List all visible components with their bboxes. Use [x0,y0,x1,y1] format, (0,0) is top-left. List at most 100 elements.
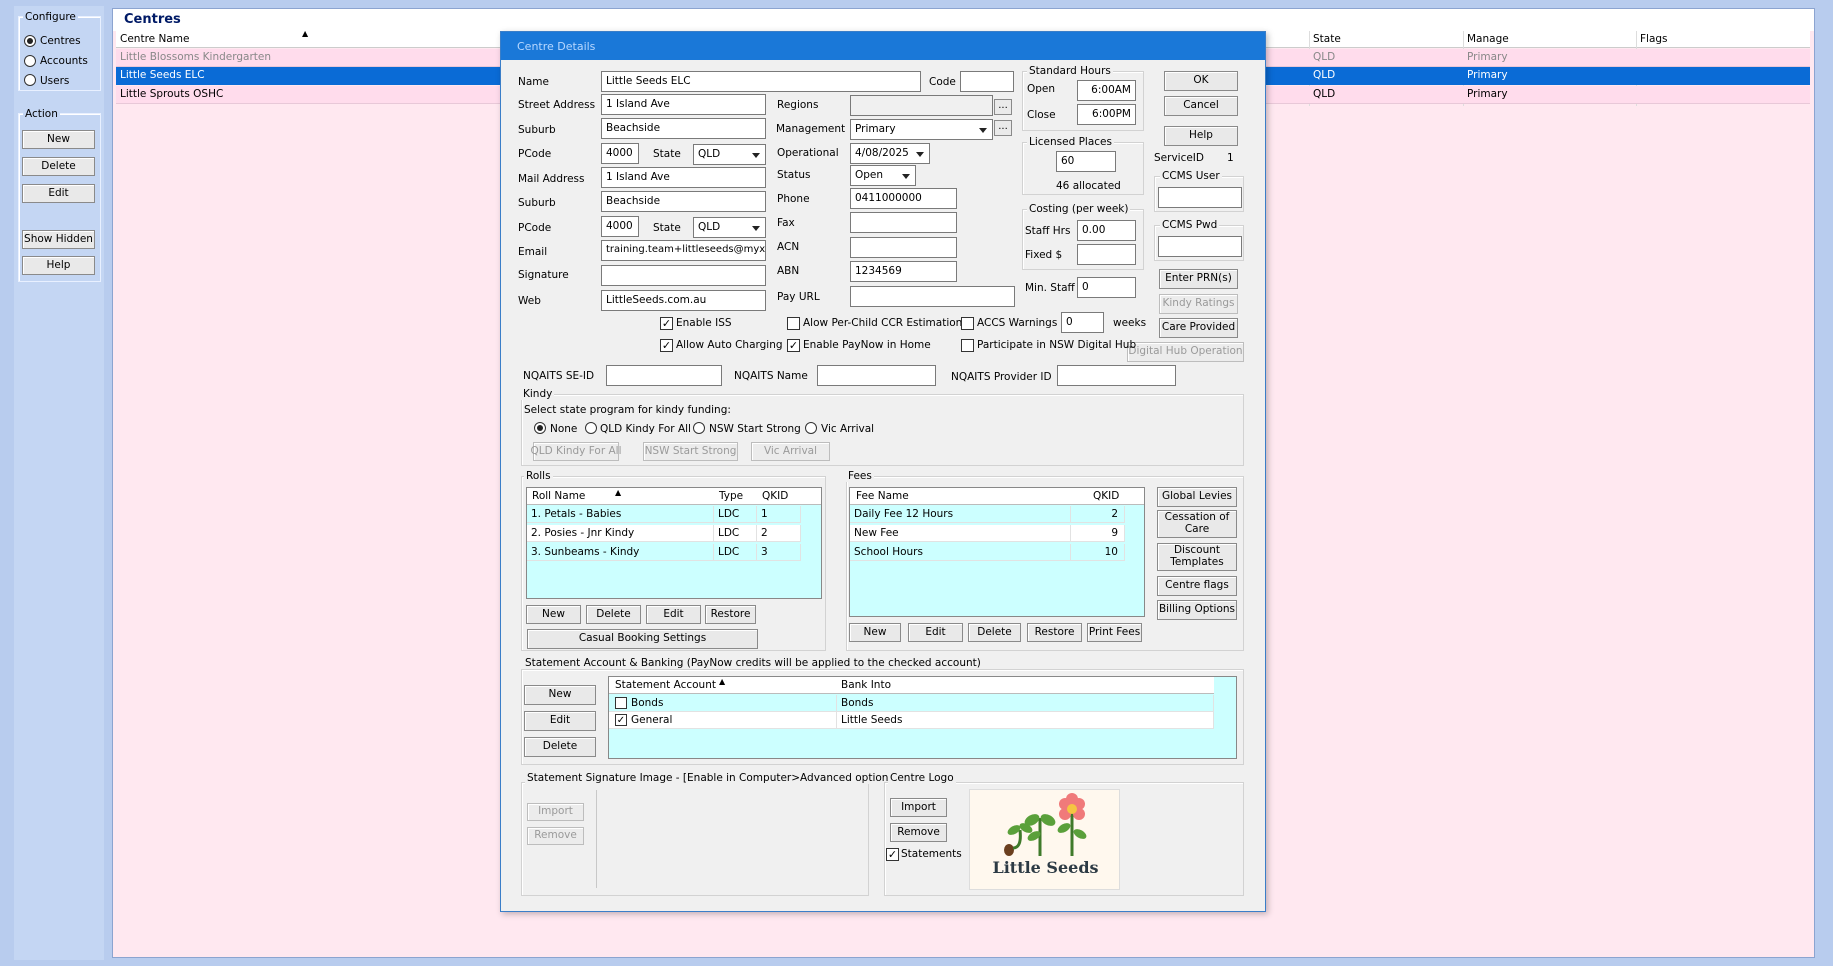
email-field[interactable]: training.team+littleseeds@myxp [601,240,766,261]
mail-field[interactable]: 1 Island Ave [601,167,766,188]
radio-accounts-label[interactable]: Accounts [40,55,88,67]
paynow-home-checkbox[interactable]: ✓ [787,339,800,352]
name-field[interactable]: Little Seeds ELC [601,71,921,92]
status-select[interactable]: Open [850,165,916,186]
nqaits-name-field[interactable] [817,365,936,386]
signature-import-button[interactable]: Import [527,803,584,821]
fee-qkid-cell[interactable]: 9 [1071,525,1125,542]
kindy-nsw-radio[interactable] [693,422,705,434]
qld-kindy-button[interactable]: QLD Kindy For All [531,442,622,461]
dialog-help-button[interactable]: Help [1164,126,1238,146]
web-field[interactable]: LittleSeeds.com.au [601,290,766,311]
column-qkid[interactable]: QKID [762,490,788,502]
per-child-ccr-checkbox[interactable] [787,317,800,330]
licensed-places-field[interactable]: 60 [1056,151,1116,172]
column-fee-name[interactable]: Fee Name [856,490,909,502]
roll-qkid-cell[interactable]: 3 [757,544,801,561]
roll-edit-button[interactable]: Edit [646,605,701,624]
delete-centre-button[interactable]: Delete [22,157,95,176]
regions-browse-button[interactable]: ... [994,99,1012,115]
column-flags[interactable]: Flags [1640,33,1668,45]
vic-arrival-button[interactable]: Vic Arrival [751,442,830,461]
signature-remove-button[interactable]: Remove [527,827,584,845]
suburb-field[interactable]: Beachside [601,118,766,139]
accs-weeks-field[interactable]: 0 [1061,312,1104,333]
nsw-start-strong-button[interactable]: NSW Start Strong [643,442,738,461]
roll-type-cell[interactable]: LDC [714,525,757,542]
roll-delete-button[interactable]: Delete [586,605,641,624]
global-levies-button[interactable]: Global Levies [1157,487,1237,507]
staff-hrs-field[interactable]: 0.00 [1077,220,1136,241]
logo-remove-button[interactable]: Remove [890,823,947,842]
casual-booking-settings-button[interactable]: Casual Booking Settings [527,629,758,649]
operational-date[interactable]: 4/08/2025 [850,143,930,164]
bank-into-cell[interactable]: Bonds [837,695,1214,712]
roll-qkid-cell[interactable]: 2 [757,525,801,542]
kindy-vic-radio[interactable] [805,422,817,434]
fee-new-button[interactable]: New [849,623,901,642]
kindy-none-label[interactable]: None [550,423,577,435]
centre-flags-button[interactable]: Centre flags [1157,576,1237,596]
enable-iss-checkbox[interactable]: ✓ [660,317,673,330]
roll-name-cell[interactable]: 2. Posies - Jnr Kindy [527,525,714,542]
kindy-qld-radio[interactable] [585,422,597,434]
general-account-checkbox[interactable]: ✓ [615,714,627,726]
statement-delete-button[interactable]: Delete [524,737,596,757]
radio-centres-label[interactable]: Centres [40,35,81,47]
edit-centre-button[interactable]: Edit [22,184,95,203]
fax-field[interactable] [850,212,957,233]
statement-new-button[interactable]: New [524,685,596,705]
fee-delete-button[interactable]: Delete [968,623,1021,642]
roll-name-cell[interactable]: 1. Petals - Babies [527,506,714,523]
fee-name-cell[interactable]: New Fee [850,525,1071,542]
management-select[interactable]: Primary [850,119,993,140]
mail-state-select[interactable]: QLD [693,217,766,238]
nsw-digital-hub-label[interactable]: Participate in NSW Digital Hub [977,339,1136,351]
roll-type-cell[interactable]: LDC [714,506,757,523]
management-browse-button[interactable]: ... [994,120,1012,136]
fee-qkid-cell[interactable]: 2 [1071,506,1125,523]
paynow-home-label[interactable]: Enable PayNow in Home [803,339,931,351]
bonds-account-checkbox[interactable] [615,697,627,709]
fixed-field[interactable] [1077,244,1136,265]
logo-import-button[interactable]: Import [890,798,947,817]
care-provided-button[interactable]: Care Provided [1159,318,1238,338]
fee-name-cell[interactable]: School Hours [850,544,1071,561]
kindy-nsw-label[interactable]: NSW Start Strong [709,423,801,435]
discount-templates-button[interactable]: Discount Templates [1157,543,1237,571]
show-hidden-button[interactable]: Show Hidden [22,230,95,249]
radio-users[interactable] [24,74,36,86]
mail-pcode-field[interactable]: 4000 [601,216,639,237]
per-child-ccr-label[interactable]: Alow Per-Child CCR Estimation [803,317,962,329]
radio-accounts[interactable] [24,55,36,67]
fee-name-cell[interactable]: Daily Fee 12 Hours [850,506,1071,523]
cancel-button[interactable]: Cancel [1164,96,1238,116]
help-button[interactable]: Help [22,256,95,275]
statement-account-cell[interactable]: General [609,712,837,729]
roll-restore-button[interactable]: Restore [705,605,756,624]
acn-field[interactable] [850,237,957,258]
column-fee-qkid[interactable]: QKID [1093,490,1119,502]
radio-centres[interactable] [24,35,36,47]
billing-options-button[interactable]: Billing Options [1157,600,1237,620]
fee-edit-button[interactable]: Edit [908,623,963,642]
allow-auto-charging-checkbox[interactable]: ✓ [660,339,673,352]
allow-auto-charging-label[interactable]: Allow Auto Charging [676,339,783,351]
kindy-ratings-button[interactable]: Kindy Ratings [1159,294,1238,314]
nsw-digital-hub-checkbox[interactable] [961,339,974,352]
signature-field[interactable] [601,265,766,286]
column-centre-name[interactable]: Centre Name [120,33,189,45]
enter-prn-button[interactable]: Enter PRN(s) [1159,269,1238,289]
print-fees-button[interactable]: Print Fees [1087,623,1142,642]
accs-warnings-label[interactable]: ACCS Warnings [977,317,1057,329]
abn-field[interactable]: 1234569 [850,261,957,282]
column-type[interactable]: Type [719,490,743,502]
regions-field[interactable] [850,95,993,116]
column-statement-account[interactable]: Statement Account [615,679,716,691]
kindy-qld-label[interactable]: QLD Kindy For All [600,423,691,435]
radio-users-label[interactable]: Users [40,75,69,87]
column-state[interactable]: State [1313,33,1341,45]
ccms-pwd-field[interactable] [1158,236,1242,257]
kindy-none-radio[interactable] [534,422,546,434]
roll-qkid-cell[interactable]: 1 [757,506,801,523]
